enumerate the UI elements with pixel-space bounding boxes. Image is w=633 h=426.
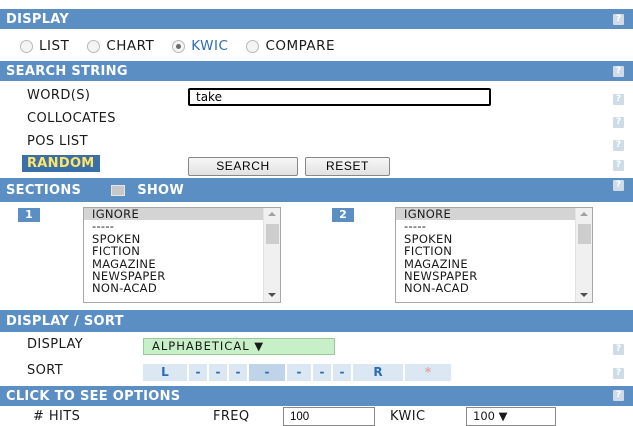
- pos-list-label[interactable]: POS LIST: [27, 134, 88, 149]
- scrollbar[interactable]: [263, 208, 280, 302]
- collocates-label[interactable]: COLLOCATES: [27, 111, 116, 126]
- words-input[interactable]: [188, 88, 491, 106]
- show-label: SHOW: [137, 182, 185, 198]
- random-button[interactable]: RANDOM: [22, 155, 100, 172]
- sort-slot[interactable]: -: [229, 364, 247, 381]
- sort-slot[interactable]: -: [287, 364, 311, 381]
- list-item[interactable]: -----: [396, 220, 576, 233]
- sort-slot[interactable]: *: [405, 364, 451, 381]
- scroll-down-icon[interactable]: [268, 293, 276, 297]
- sort-slots: L - - - - - - - R *: [143, 364, 453, 381]
- section-1-items: IGNORE ----- SPOKEN FICTION MAGAZINE NEW…: [84, 208, 264, 295]
- section-2-listbox[interactable]: IGNORE ----- SPOKEN FICTION MAGAZINE NEW…: [395, 207, 593, 303]
- search-button[interactable]: SEARCH: [188, 157, 298, 176]
- section-1-listbox[interactable]: IGNORE ----- SPOKEN FICTION MAGAZINE NEW…: [83, 207, 281, 303]
- display-mode-radios: LIST CHART KWIC COMPARE: [20, 38, 353, 54]
- list-item[interactable]: NON-ACAD: [396, 282, 576, 295]
- options-header[interactable]: CLICK TO SEE OPTIONS: [0, 386, 633, 406]
- radio-label: CHART: [106, 38, 155, 54]
- help-icon[interactable]: ?: [613, 66, 624, 77]
- radio-dot-icon: [246, 39, 260, 53]
- list-item[interactable]: FICTION: [396, 245, 576, 258]
- display-section-header: DISPLAY: [0, 9, 633, 29]
- display-label: DISPLAY: [27, 337, 84, 352]
- radio-compare[interactable]: COMPARE: [246, 38, 335, 54]
- radio-label: COMPARE: [265, 38, 336, 54]
- help-icon[interactable]: ?: [613, 368, 624, 379]
- section-2-items: IGNORE ----- SPOKEN FICTION MAGAZINE NEW…: [396, 208, 576, 295]
- freq-label: FREQ: [213, 409, 250, 424]
- radio-label: LIST: [39, 38, 70, 54]
- help-icon[interactable]: ?: [613, 14, 624, 25]
- help-icon[interactable]: ?: [613, 117, 624, 128]
- radio-dot-icon: [172, 39, 186, 53]
- help-icon[interactable]: ?: [613, 180, 624, 191]
- search-section-header: SEARCH STRING: [0, 61, 633, 81]
- section-1-number: 1: [18, 208, 40, 222]
- sections-header: SECTIONS SHOW: [0, 178, 633, 202]
- list-item[interactable]: -----: [84, 220, 264, 233]
- sort-slot[interactable]: -: [313, 364, 331, 381]
- scroll-up-icon[interactable]: [580, 212, 588, 216]
- help-icon[interactable]: ?: [613, 94, 624, 105]
- sort-slot[interactable]: -: [209, 364, 227, 381]
- search-section-title: SEARCH STRING: [6, 63, 128, 79]
- sort-slot[interactable]: R: [353, 364, 403, 381]
- radio-kwic[interactable]: KWIC: [172, 38, 228, 54]
- help-icon[interactable]: ?: [613, 160, 624, 171]
- options-title[interactable]: CLICK TO SEE OPTIONS: [6, 389, 180, 404]
- hits-label: # HITS: [33, 409, 81, 424]
- radio-dot-icon: [20, 39, 33, 53]
- display-order-select[interactable]: ALPHABETICAL ▼: [143, 338, 335, 355]
- show-checkbox[interactable]: [111, 184, 126, 196]
- radio-label: KWIC: [191, 38, 229, 54]
- reset-button[interactable]: RESET: [305, 157, 390, 176]
- words-label: WORD(S): [27, 88, 91, 103]
- scrollbar[interactable]: [575, 208, 592, 302]
- sort-slot[interactable]: -: [189, 364, 207, 381]
- kwic-label: KWIC: [390, 409, 426, 424]
- section-2-number: 2: [332, 208, 354, 222]
- help-icon[interactable]: ?: [613, 390, 624, 401]
- kwic-select[interactable]: 100 ▼: [466, 407, 556, 426]
- list-item[interactable]: NON-ACAD: [84, 282, 264, 295]
- display-sort-header: DISPLAY / SORT: [0, 310, 633, 332]
- radio-chart[interactable]: CHART: [87, 38, 154, 54]
- help-icon[interactable]: ?: [613, 344, 624, 355]
- display-section-title: DISPLAY: [6, 11, 70, 27]
- sort-label: SORT: [27, 363, 64, 378]
- sort-slot[interactable]: -: [249, 364, 285, 381]
- sort-slot[interactable]: L: [143, 364, 187, 381]
- scroll-thumb[interactable]: [266, 224, 279, 244]
- radio-dot-icon: [87, 39, 101, 53]
- scroll-thumb[interactable]: [578, 224, 591, 244]
- display-sort-title: DISPLAY / SORT: [6, 313, 124, 329]
- sections-title: SECTIONS: [6, 182, 82, 198]
- radio-list[interactable]: LIST: [20, 38, 69, 54]
- scroll-down-icon[interactable]: [580, 293, 588, 297]
- scroll-up-icon[interactable]: [268, 212, 276, 216]
- list-item[interactable]: FICTION: [84, 245, 264, 258]
- sort-slot[interactable]: -: [333, 364, 351, 381]
- help-icon[interactable]: ?: [613, 140, 624, 151]
- freq-input[interactable]: [283, 407, 375, 426]
